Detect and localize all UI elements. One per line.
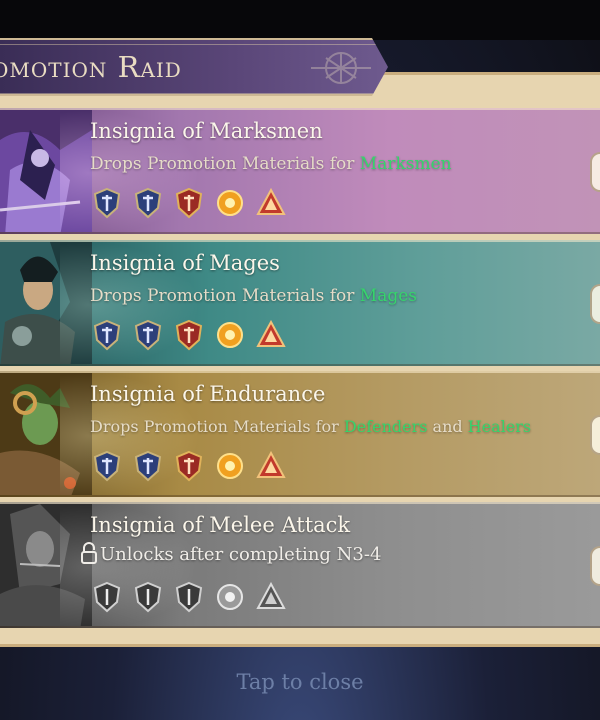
grey-triangle-badge-icon[interactable] xyxy=(254,580,288,614)
grey-shield-insignia-icon[interactable] xyxy=(131,580,165,614)
raid-card-mages[interactable]: Insignia of Mages Drops Promotion Materi… xyxy=(0,240,600,366)
raid-title: omotion Raid xyxy=(0,50,182,84)
enter-arrow-icon[interactable] xyxy=(590,152,600,192)
blue-shield-insignia-icon[interactable] xyxy=(90,186,124,220)
red-triangle-badge-icon[interactable] xyxy=(254,318,288,352)
raid-card-marksmen[interactable]: Insignia of Marksmen Drops Promotion Mat… xyxy=(0,108,600,234)
banner-emblem-icon xyxy=(311,52,371,84)
unlock-requirement: Unlocks after completing N3-4 xyxy=(80,542,381,565)
blue-shield-insignia-icon[interactable] xyxy=(90,449,124,483)
class-highlight: Defenders xyxy=(343,417,428,436)
card-description: Drops Promotion Materials for Marksmen xyxy=(90,154,452,174)
enter-arrow-icon[interactable] xyxy=(590,284,600,324)
class-highlight: Marksmen xyxy=(359,154,452,174)
grey-shield-insignia-icon[interactable] xyxy=(172,580,206,614)
enter-arrow-icon[interactable] xyxy=(590,546,600,586)
raid-banner: omotion Raid xyxy=(0,38,388,96)
raid-card-endurance[interactable]: Insignia of Endurance Drops Promotion Ma… xyxy=(0,371,600,497)
red-shield-insignia-icon[interactable] xyxy=(172,318,206,352)
card-description: Drops Promotion Materials for Mages xyxy=(90,286,417,306)
blue-shield-insignia-icon[interactable] xyxy=(90,318,124,352)
red-shield-insignia-icon[interactable] xyxy=(172,186,206,220)
card-description: Drops Promotion Materials for Defenders … xyxy=(90,417,532,436)
red-shield-insignia-icon[interactable] xyxy=(172,449,206,483)
red-triangle-badge-icon[interactable] xyxy=(254,186,288,220)
gold-orb-icon[interactable] xyxy=(213,449,247,483)
blue-shield-insignia-icon[interactable] xyxy=(131,449,165,483)
grey-shield-insignia-icon[interactable] xyxy=(90,580,124,614)
tap-to-close[interactable]: Tap to close xyxy=(0,670,600,694)
blue-shield-insignia-icon[interactable] xyxy=(131,186,165,220)
red-triangle-badge-icon[interactable] xyxy=(254,449,288,483)
card-title: Insignia of Mages xyxy=(90,251,280,275)
gold-orb-icon[interactable] xyxy=(213,318,247,352)
raid-card-melee-attack[interactable]: Insignia of Melee Attack Unlocks after c… xyxy=(0,502,600,628)
card-title: Insignia of Endurance xyxy=(90,382,326,406)
top-shadow xyxy=(0,0,600,40)
lock-icon xyxy=(81,542,97,564)
card-title: Insignia of Melee Attack xyxy=(90,513,351,537)
card-title: Insignia of Marksmen xyxy=(90,119,323,143)
enter-arrow-icon[interactable] xyxy=(590,415,600,455)
grey-orb-icon[interactable] xyxy=(213,580,247,614)
gold-orb-icon[interactable] xyxy=(213,186,247,220)
class-highlight: Healers xyxy=(467,417,532,436)
class-highlight: Mages xyxy=(359,286,417,306)
blue-shield-insignia-icon[interactable] xyxy=(131,318,165,352)
